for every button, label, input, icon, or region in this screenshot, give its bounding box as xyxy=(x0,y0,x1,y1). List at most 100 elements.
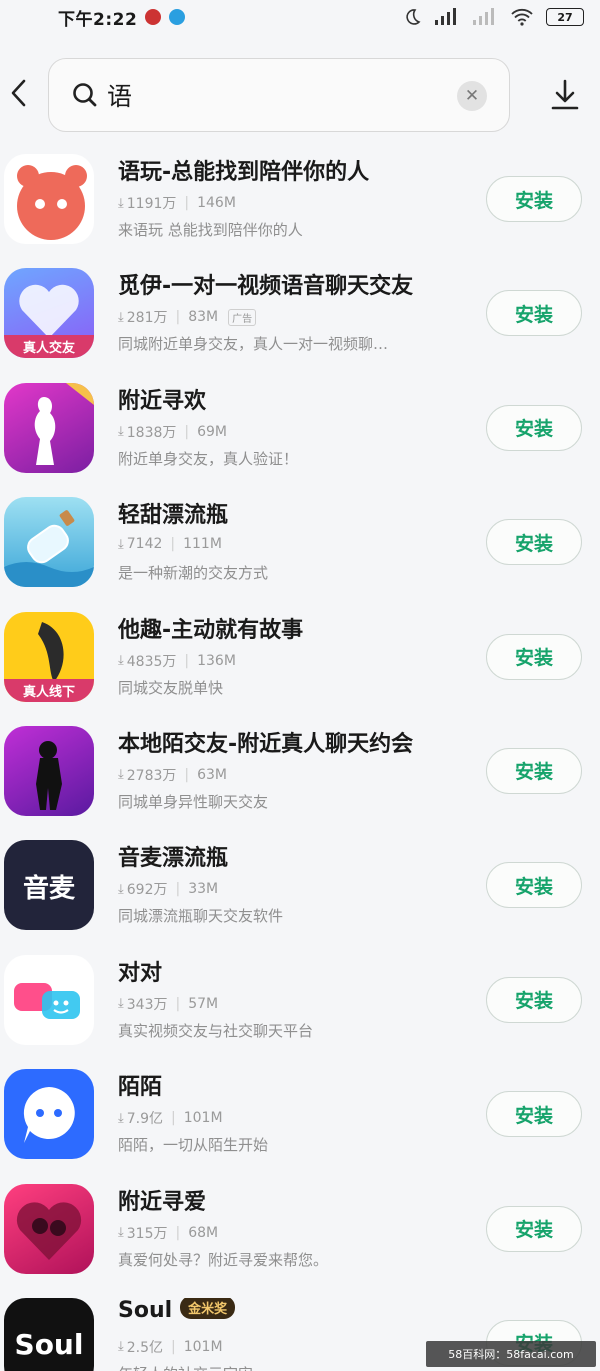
app-row[interactable]: 真人线下 他趣-主动就有故事 ⤓ 4835万 | 136M 同城交友脱单快 安装 xyxy=(0,604,600,718)
download-count: 7142 xyxy=(126,536,163,553)
app-meta: ⤓ 1838万 | 69M xyxy=(118,422,227,442)
icon-label: Soul xyxy=(14,1327,84,1361)
install-button[interactable]: 安装 xyxy=(486,290,582,337)
app-size: 83M xyxy=(188,309,219,326)
download-count-icon: ⤓ xyxy=(118,653,124,669)
app-row[interactable]: 轻甜漂流瓶 ⤓ 7142 | 111M 是一种新潮的交友方式 安装 xyxy=(0,489,600,603)
wifi-icon xyxy=(511,8,533,26)
app-description: 同城单身异性聊天交友 xyxy=(118,792,269,811)
app-meta: ⤓ 281万 | 83M 广告 xyxy=(118,307,257,327)
app-icon-miyi[interactable]: 真人交友 xyxy=(4,268,94,359)
app-row[interactable]: 语玩-总能找到陪伴你的人 ⤓ 1191万 | 146M 来语玩 总能找到陪伴你的人 安… xyxy=(0,146,600,260)
search-icon xyxy=(73,83,97,107)
app-icon-fujinxunhuan[interactable] xyxy=(4,382,94,473)
app-icon-yinmai[interactable]: 音麦 xyxy=(4,840,94,931)
app-description: 来语玩 总能找到陪伴你的人 xyxy=(118,221,303,239)
app-row[interactable]: 附近寻爱 ⤓ 315万 | 68M 真爱何处寻？附近寻爱来帮您。 安装 xyxy=(0,1176,600,1290)
app-description: 同城交友脱单快 xyxy=(118,678,224,697)
app-icon-qingtian[interactable] xyxy=(4,497,94,588)
award-badge: 金米奖 xyxy=(180,1297,236,1320)
silhouette-icon xyxy=(34,382,94,465)
app-meta: ⤓ 1191万 | 146M xyxy=(118,193,236,213)
download-count-icon: ⤓ xyxy=(118,195,124,211)
install-button[interactable]: 安装 xyxy=(486,519,582,566)
app-description: 真实视频交友与社交聊天平台 xyxy=(118,1021,314,1040)
app-meta: ⤓ 315万 | 68M xyxy=(118,1223,218,1243)
clear-search-button[interactable]: ✕ xyxy=(457,81,487,111)
divider: | xyxy=(184,652,190,669)
app-name: 陌陌 xyxy=(118,1075,163,1101)
app-size: 101M xyxy=(183,1338,223,1355)
status-right-group: 27 xyxy=(402,7,584,27)
app-icon-momo[interactable] xyxy=(4,1069,94,1160)
app-row[interactable]: 音麦 音麦漂流瓶 ⤓ 692万 | 33M 同城漂流瓶聊天交友软件 安装 xyxy=(0,832,600,946)
bottle-icon xyxy=(4,510,94,588)
app-name: 音麦漂流瓶 xyxy=(118,846,229,872)
divider: | xyxy=(171,1338,176,1355)
install-button[interactable]: 安装 xyxy=(486,1205,582,1252)
app-name: Soul 金米奖 xyxy=(118,1297,236,1323)
app-size: 63M xyxy=(197,766,228,783)
status-bar: 下午2:22 27 xyxy=(0,0,600,34)
app-name: 他趣-主动就有故事 xyxy=(118,617,304,643)
app-row[interactable]: 本地陌交友-附近真人聊天约会 ⤓ 2783万 | 63M 同城单身异性聊天交友 安装 xyxy=(0,718,600,832)
download-count: 2783万 xyxy=(126,767,177,784)
app-name-text: Soul xyxy=(118,1297,173,1323)
install-button[interactable]: 安装 xyxy=(486,862,582,909)
signal-icon xyxy=(435,8,456,25)
app-name: 觅伊-一对一视频语音聊天交友 xyxy=(118,274,414,300)
icon-label: 音麦 xyxy=(22,874,75,905)
watermark: 58百科网：58facai.com xyxy=(426,1341,596,1367)
app-icon-yuwan[interactable] xyxy=(4,154,94,244)
app-name: 轻甜漂流瓶 xyxy=(118,503,229,529)
install-button[interactable]: 安装 xyxy=(486,976,582,1023)
app-description: 年轻人的社交元宇宙 xyxy=(118,1363,253,1371)
download-count-icon: ⤓ xyxy=(118,536,124,552)
install-button[interactable]: 安装 xyxy=(486,633,582,680)
app-icon-bendimo[interactable] xyxy=(4,725,94,816)
app-icon-duidui[interactable] xyxy=(4,954,94,1045)
app-meta: ⤓ 4835万 | 136M xyxy=(118,651,236,671)
app-size: 69M xyxy=(197,423,228,440)
download-count: 692万 xyxy=(126,882,168,899)
app-icon-soul[interactable]: Soul xyxy=(4,1297,94,1371)
app-name: 对对 xyxy=(118,960,163,986)
app-name: 附近寻爱 xyxy=(118,1189,207,1215)
app-icon-fujinxunai[interactable] xyxy=(4,1183,94,1274)
install-button[interactable]: 安装 xyxy=(486,1091,582,1138)
momo-logo-icon xyxy=(23,1087,75,1144)
app-size: 111M xyxy=(183,536,222,553)
app-size: 68M xyxy=(188,1224,219,1241)
app-meta: ⤓ 2.5亿 | 101M xyxy=(118,1337,223,1357)
app-name: 语玩-总能找到陪伴你的人 xyxy=(118,160,370,185)
qq-icon xyxy=(145,9,162,25)
app-description: 同城漂流瓶聊天交友软件 xyxy=(118,907,284,926)
download-count: 315万 xyxy=(126,1225,168,1242)
app-row[interactable]: 附近寻欢 ⤓ 1838万 | 69M 附近单身交友，真人验证！ 安装 xyxy=(0,375,600,489)
app-icon-taqu[interactable]: 真人线下 xyxy=(4,611,94,702)
search-input[interactable]: 语 ✕ xyxy=(48,58,510,132)
install-button[interactable]: 安装 xyxy=(486,747,582,794)
download-count: 4835万 xyxy=(126,653,177,670)
app-size: 146M xyxy=(197,195,236,211)
divider: | xyxy=(175,995,181,1012)
download-count: 281万 xyxy=(126,310,168,327)
install-button[interactable]: 安装 xyxy=(486,176,582,222)
icon-label: 真人线下 xyxy=(4,678,94,702)
app-description: 陌陌，一切从陌生开始 xyxy=(118,1136,269,1155)
app-row[interactable]: 陌陌 ⤓ 7.9亿 | 101M 陌陌，一切从陌生开始 安装 xyxy=(0,1061,600,1175)
back-button[interactable] xyxy=(4,78,34,108)
install-button[interactable]: 安装 xyxy=(486,404,582,451)
app-meta: ⤓ 692万 | 33M xyxy=(118,879,218,899)
download-manager-button[interactable] xyxy=(548,78,582,112)
divider: | xyxy=(184,195,190,211)
app-row[interactable]: 真人交友 觅伊-一对一视频语音聊天交友 ⤓ 281万 | 83M 广告 同城附近单身交友… xyxy=(0,260,600,374)
app-meta: ⤓ 2783万 | 63M xyxy=(118,765,227,785)
search-results-list: 语玩-总能找到陪伴你的人 ⤓ 1191万 | 146M 来语玩 总能找到陪伴你的人 安… xyxy=(0,146,600,1371)
app-row[interactable]: 对对 ⤓ 343万 | 57M 真实视频交友与社交聊天平台 安装 xyxy=(0,947,600,1061)
download-count-icon: ⤓ xyxy=(118,424,124,440)
divider: | xyxy=(175,1224,181,1241)
download-count: 1191万 xyxy=(126,196,177,212)
yuwan-logo-icon xyxy=(17,165,87,240)
app-size: 57M xyxy=(188,995,219,1012)
